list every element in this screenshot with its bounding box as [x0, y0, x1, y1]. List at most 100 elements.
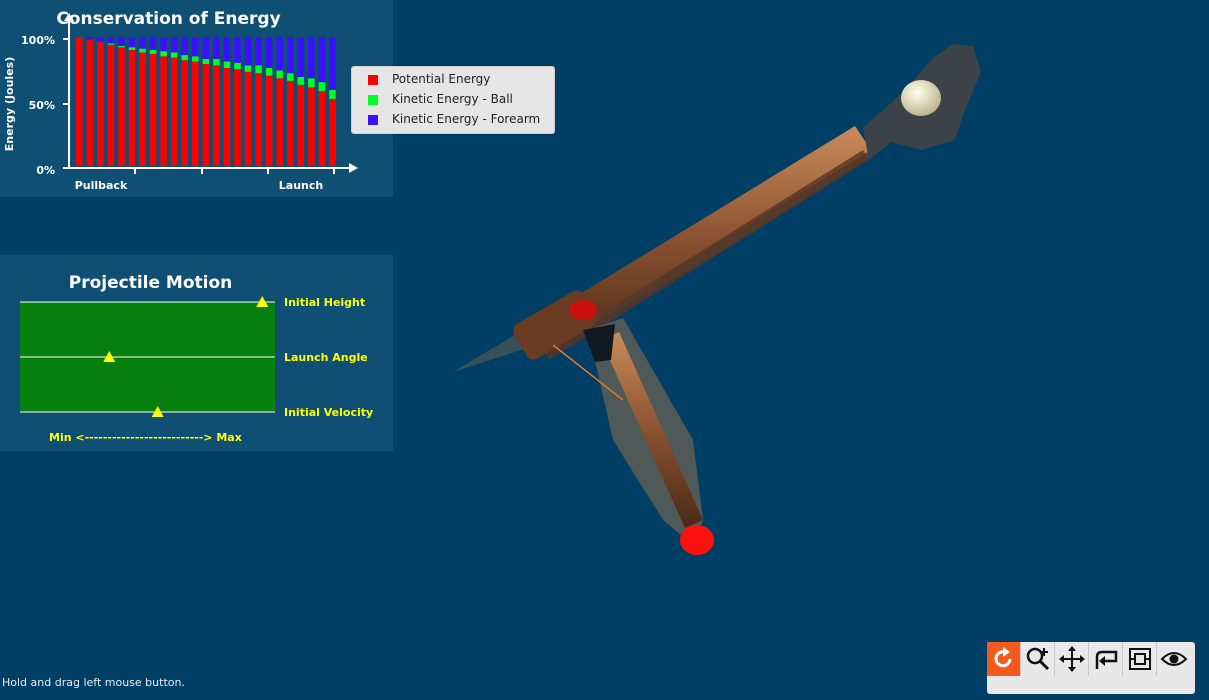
bar-segment-kinetic-forearm — [97, 37, 104, 43]
bar-segment-potential — [107, 44, 115, 166]
bar-segment-kinetic-ball — [265, 67, 273, 76]
ball — [901, 80, 941, 116]
bar-segment-potential — [160, 56, 167, 166]
bar-segment-kinetic-ball — [181, 55, 188, 61]
bar-segment-kinetic-ball — [170, 52, 178, 58]
bar-segment-kinetic-forearm — [107, 37, 115, 44]
bar-segment-kinetic-forearm — [202, 37, 210, 59]
zoom-icon — [1026, 647, 1049, 671]
bar-segment-kinetic-forearm — [318, 37, 326, 83]
bar-segment-kinetic-ball — [329, 89, 336, 99]
bar-segment-potential — [276, 78, 283, 166]
bar-segment-potential — [181, 60, 188, 166]
x-tick-label: Launch — [279, 179, 323, 192]
bar-segment-potential — [192, 61, 199, 167]
bar-segment-kinetic-forearm — [265, 37, 273, 68]
bar-segment-potential — [202, 64, 210, 166]
navigation-toolbar — [987, 642, 1195, 694]
bar-segment-kinetic-forearm — [234, 37, 241, 63]
bar-segment-potential — [255, 73, 262, 166]
bar-segment-kinetic-ball — [287, 73, 294, 81]
bar-segment-potential — [97, 42, 104, 166]
chart-bars — [76, 37, 336, 167]
bar-segment-potential — [128, 49, 136, 166]
bar-segment-potential — [297, 84, 305, 166]
bar-segment-kinetic-forearm — [297, 37, 305, 77]
y-tick-label: 0% — [36, 164, 55, 177]
bar-segment-kinetic-ball — [223, 61, 231, 68]
legend-swatch — [368, 75, 378, 85]
pan-icon — [1058, 646, 1085, 672]
bar-segment-potential — [170, 57, 178, 166]
bar-segment-potential — [139, 52, 146, 167]
forearm-model — [453, 44, 981, 555]
bar-segment-kinetic-ball — [139, 48, 146, 53]
projectile-panel: Projectile Motion Initial Height Launch … — [0, 255, 393, 451]
legend-swatch — [368, 115, 378, 125]
initial-velocity-label: Initial Velocity — [284, 406, 374, 419]
3d-viewport[interactable] — [393, 0, 1209, 640]
status-message: Hold and drag left mouse button. — [2, 676, 185, 689]
min-max-scale: Min <--------------------------> Max — [49, 431, 242, 444]
bar-segment-kinetic-forearm — [213, 37, 220, 59]
fit-icon — [1128, 648, 1151, 670]
bar-segment-kinetic-ball — [118, 46, 125, 48]
bar-segment-kinetic-ball — [244, 65, 252, 72]
initial-height-label: Initial Height — [284, 296, 366, 309]
fit-view-button[interactable] — [1123, 642, 1157, 676]
pan-button[interactable] — [1055, 642, 1089, 676]
bar-segment-kinetic-forearm — [170, 37, 178, 53]
bar-segment-potential — [86, 39, 94, 166]
bar-segment-kinetic-ball — [160, 51, 167, 57]
bar-segment-kinetic-forearm — [118, 37, 125, 47]
legend-swatch — [368, 95, 378, 105]
bar-segment-kinetic-forearm — [192, 37, 199, 57]
bar-segment-kinetic-ball — [318, 82, 326, 92]
bar-segment-kinetic-ball — [308, 78, 315, 88]
bar-segment-kinetic-ball — [255, 65, 262, 74]
bar-segment-potential — [213, 65, 220, 166]
y-axis-label: Energy (Joules) — [3, 57, 16, 151]
bar-segment-potential — [287, 80, 294, 166]
bar-segment-kinetic-ball — [276, 70, 283, 79]
bar-segment-kinetic-ball — [234, 62, 241, 70]
bar-segment-potential — [308, 87, 315, 166]
bar-segment-kinetic-forearm — [139, 37, 146, 49]
bar-segment-kinetic-forearm — [223, 37, 231, 62]
rotate-button[interactable] — [987, 642, 1021, 676]
bar-segment-kinetic-forearm — [128, 37, 136, 48]
bar-segment-kinetic-ball — [149, 49, 157, 54]
bar-segment-kinetic-forearm — [244, 37, 252, 66]
bar-segment-potential — [329, 98, 336, 166]
y-tick-label: 100% — [21, 34, 55, 47]
reset-icon — [1095, 650, 1117, 669]
view-icon — [1160, 652, 1188, 666]
energy-chart-panel: Conservation of Energy Energy (Joules) 1… — [0, 0, 393, 197]
bar-segment-kinetic-forearm — [160, 37, 167, 52]
bar-segment-potential — [265, 75, 273, 166]
energy-chart: Energy (Joules) 100% 50% 0% Pullback Lau… — [3, 13, 358, 192]
launch-angle-label: Launch Angle — [284, 351, 368, 364]
view-options-button[interactable] — [1157, 642, 1191, 676]
bar-segment-kinetic-ball — [192, 56, 199, 62]
bar-segment-kinetic-ball — [297, 76, 305, 85]
elbow-hinge — [583, 324, 615, 362]
bar-segment-potential — [149, 53, 157, 166]
rotate-icon — [994, 647, 1011, 668]
bar-segment-kinetic-forearm — [149, 37, 157, 50]
bar-segment-potential — [318, 91, 326, 166]
reset-view-button[interactable] — [1089, 642, 1123, 676]
elbow-joint-red — [569, 300, 597, 320]
bar-segment-kinetic-forearm — [255, 37, 262, 66]
zoom-button[interactable] — [1021, 642, 1055, 676]
bar-segment-kinetic-ball — [202, 58, 210, 65]
shoulder-joint — [680, 525, 714, 555]
bar-segment-potential — [244, 71, 252, 166]
bar-segment-kinetic-forearm — [329, 37, 336, 90]
bar-segment-potential — [234, 69, 241, 166]
y-tick-label: 50% — [29, 99, 55, 112]
x-tick-label: Pullback — [75, 179, 128, 192]
bar-segment-potential — [118, 47, 125, 166]
bar-segment-kinetic-forearm — [308, 37, 315, 79]
bar-segment-kinetic-forearm — [86, 37, 94, 40]
